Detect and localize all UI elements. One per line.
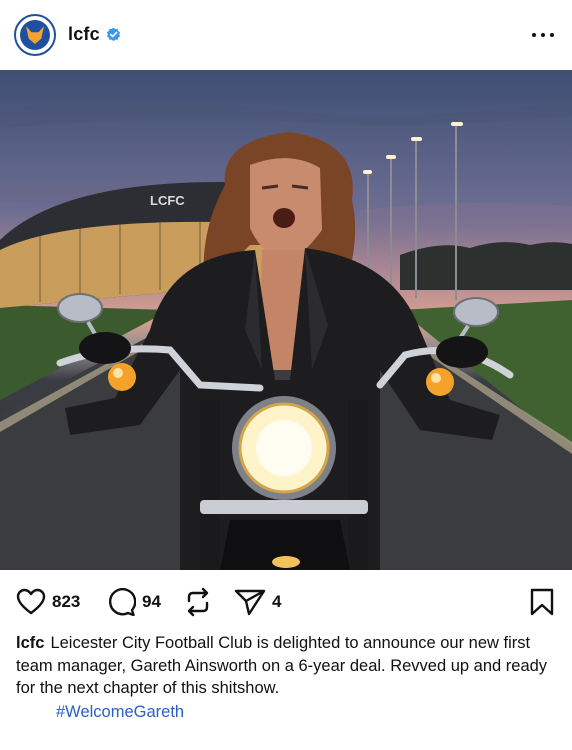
- send-icon: [234, 589, 266, 616]
- post: lcfc LCFC 823 94 4 lcfc Leicester City F…: [0, 0, 572, 750]
- building-sign: LCFC: [150, 193, 185, 208]
- bookmark-icon: [530, 588, 554, 616]
- share-button[interactable]: 4: [234, 586, 281, 618]
- like-button[interactable]: 823: [16, 586, 80, 618]
- caption-text: Leicester City Football Club is delighte…: [16, 634, 548, 697]
- share-count: 4: [272, 592, 282, 611]
- repost-icon: [187, 587, 209, 617]
- avatar[interactable]: [14, 14, 56, 56]
- post-photo[interactable]: LCFC: [0, 70, 572, 570]
- action-bar: 823 94 4: [0, 582, 572, 622]
- post-caption: lcfc Leicester City Football Club is deli…: [16, 632, 556, 700]
- hashtag-link[interactable]: #WelcomeGareth: [56, 703, 184, 722]
- repost-button[interactable]: [184, 586, 212, 618]
- like-count: 823: [52, 592, 81, 611]
- caption-username[interactable]: lcfc: [16, 634, 44, 652]
- username[interactable]: lcfc: [68, 24, 100, 45]
- more-options-icon[interactable]: [532, 25, 554, 45]
- heart-icon: [16, 588, 46, 615]
- verified-badge-icon: [106, 27, 121, 42]
- post-header: lcfc: [0, 0, 572, 70]
- bookmark-button[interactable]: [530, 588, 554, 621]
- club-crest-icon: [20, 20, 50, 50]
- comment-count: 94: [142, 592, 161, 611]
- comment-icon: [109, 588, 136, 616]
- comment-button[interactable]: 94: [106, 586, 161, 618]
